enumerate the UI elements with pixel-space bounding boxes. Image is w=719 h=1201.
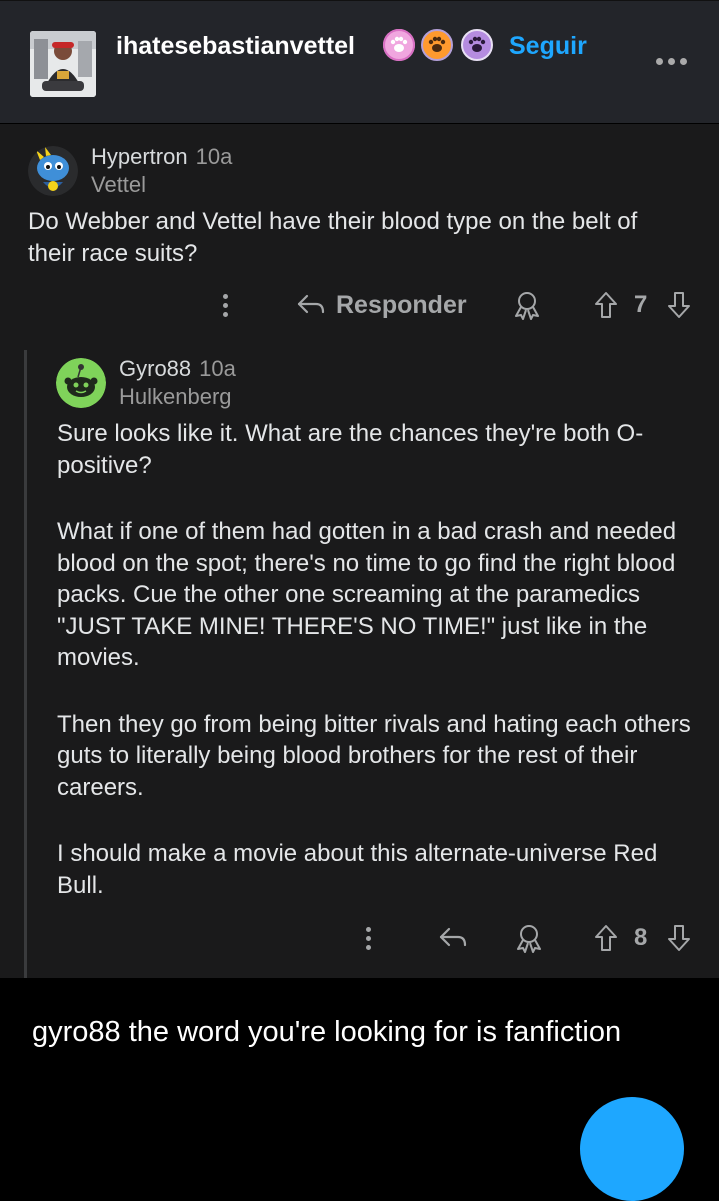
award-icon[interactable] xyxy=(512,288,542,322)
downvote-icon[interactable] xyxy=(667,921,691,955)
downvote-icon[interactable] xyxy=(667,288,691,322)
user-flair: Hulkenberg xyxy=(119,384,232,409)
post-header: ihatesebastianvettel Seguir xyxy=(0,0,719,123)
more-vertical-icon[interactable] xyxy=(222,288,228,322)
compose-fab-button[interactable] xyxy=(580,1097,684,1201)
more-vertical-icon[interactable] xyxy=(365,921,371,955)
paw-badge-orange-icon[interactable] xyxy=(421,29,453,61)
comment-username[interactable]: Gyro88 xyxy=(119,356,191,381)
reply-label: Responder xyxy=(336,290,467,319)
comment-actions: Responder 7 xyxy=(0,288,719,322)
paw-badge-purple-icon[interactable] xyxy=(461,29,493,61)
comment-time: 10a xyxy=(195,144,233,169)
comment-paragraph: Then they go from being bitter rivals an… xyxy=(57,710,691,801)
user-flair: Vettel xyxy=(91,172,147,197)
comment-paragraph: What if one of them had gotten in a bad … xyxy=(57,518,677,671)
blog-username[interactable]: ihatesebastianvettel xyxy=(116,31,355,61)
thread-indent-line xyxy=(24,350,27,978)
blog-avatar[interactable] xyxy=(30,31,96,97)
comment-paragraph: Sure looks like it. What are the chances… xyxy=(57,420,644,479)
comment-body: Sure looks like it. What are the chances… xyxy=(57,418,697,936)
comment-time: 10a xyxy=(199,356,236,381)
comment-paragraph: I should make a movie about this alterna… xyxy=(57,840,658,899)
comment-username[interactable]: Hypertron xyxy=(91,144,188,169)
snoo-blue-avatar-icon[interactable] xyxy=(28,146,78,196)
more-options-icon[interactable] xyxy=(656,53,690,69)
follow-button[interactable]: Seguir xyxy=(509,30,587,62)
comment-actions: 8 xyxy=(0,921,719,955)
upvote-icon[interactable] xyxy=(594,288,618,322)
comment-thread: Hypertron 10a Vettel Do Webber and Vettel… xyxy=(0,124,719,978)
snoo-green-avatar-icon[interactable] xyxy=(56,358,106,408)
comment-paragraph: Do Webber and Vettel have their blood ty… xyxy=(28,208,638,267)
reply-button[interactable]: Responder xyxy=(296,288,467,322)
vote-count: 7 xyxy=(634,291,648,318)
vote-count: 8 xyxy=(634,924,648,951)
comment-author[interactable]: Hypertron 10a xyxy=(91,144,232,170)
reply-arrow-icon xyxy=(297,294,325,314)
reply-arrow-icon[interactable] xyxy=(438,921,468,955)
award-icon[interactable] xyxy=(514,921,544,955)
comment-author[interactable]: Gyro88 10a xyxy=(119,356,236,382)
upvote-icon[interactable] xyxy=(594,921,618,955)
post-caption: gyro88 the word you're looking for is fa… xyxy=(32,1016,622,1048)
paw-badge-pink-icon[interactable] xyxy=(383,29,415,61)
